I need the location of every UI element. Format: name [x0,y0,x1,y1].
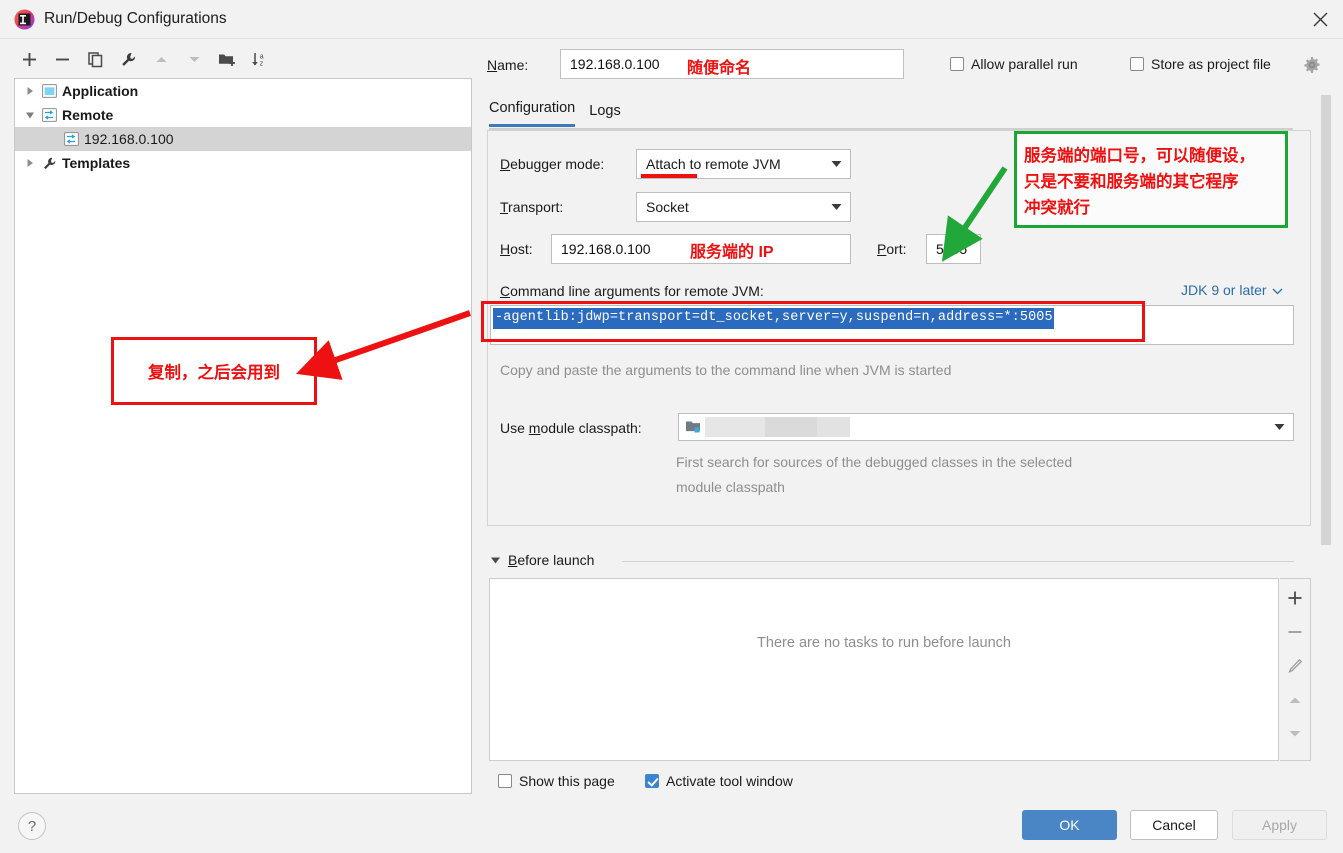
cancel-button[interactable]: Cancel [1130,810,1218,840]
tree-item-remote[interactable]: Remote [15,103,471,127]
chevron-down-icon[interactable] [490,553,501,568]
chevron-down-icon [822,160,850,168]
before-launch-side-toolbar [1280,578,1311,761]
before-launch-task-list[interactable] [489,578,1279,761]
remove-button[interactable] [47,45,77,73]
checkbox-box [645,774,659,788]
command-line-arguments-value[interactable]: -agentlib:jdwp=transport=dt_socket,serve… [493,308,1054,329]
chevron-down-icon [1272,282,1283,298]
store-as-project-file-label: Store as project file [1151,56,1271,72]
show-this-page-checkbox[interactable]: Show this page [498,773,615,789]
command-line-label: Command line arguments for remote JVM: [500,283,764,299]
wrench-icon [39,156,59,171]
transport-label: Transport: [500,199,564,215]
window-title: Run/Debug Configurations [44,10,227,27]
before-launch-divider [622,561,1294,562]
tab-bar: Configuration Logs [489,100,621,127]
before-launch-empty-text: There are no tasks to run before launch [757,635,1011,651]
jdk-version-label: JDK 9 or later [1181,282,1267,298]
tree-item-192-168-0-100[interactable]: 192.168.0.100 [15,127,471,151]
chevron-right-icon[interactable] [21,158,39,168]
add-task-button[interactable] [1283,587,1307,609]
application-icon [39,84,59,98]
folder-add-icon[interactable] [212,45,242,73]
module-classpath-redacted-value [765,417,817,437]
before-launch-title: Before launch [508,552,595,568]
port-input[interactable] [926,234,981,264]
move-down-button [179,45,209,73]
tree-item-label: Remote [62,107,114,123]
activate-tool-window-checkbox[interactable]: Activate tool window [645,773,793,789]
host-label: Host: [500,241,533,257]
task-move-down-button[interactable] [1283,723,1307,745]
help-button[interactable]: ? [18,812,46,840]
gear-icon[interactable] [1303,56,1321,74]
name-label: Name: [487,57,529,73]
port-label: Port: [877,241,907,257]
tree-item-application[interactable]: Application [15,79,471,103]
configurations-tree[interactable]: Application Remote 192.168.0.100 Templat… [14,78,472,794]
module-icon [685,419,703,435]
store-as-project-file-checkbox[interactable]: Store as project file [1130,56,1271,72]
name-input[interactable] [560,49,904,79]
move-up-button [146,45,176,73]
chevron-right-icon[interactable] [21,86,39,96]
transport-value: Socket [646,199,689,215]
module-classpath-redacted-value [705,417,765,437]
show-this-page-label: Show this page [519,773,615,789]
checkbox-box [498,774,512,788]
checkbox-box [1130,57,1144,71]
remote-icon [39,108,59,122]
wrench-icon[interactable] [113,45,143,73]
task-move-up-button[interactable] [1283,689,1307,711]
title-bar: Run/Debug Configurations [0,0,1343,39]
allow-parallel-run-label: Allow parallel run [971,56,1078,72]
module-classpath-label: Use module classpath: [500,420,642,436]
configurations-toolbar: a z [14,42,472,76]
tab-configuration[interactable]: Configuration [489,100,576,127]
activate-tool-window-label: Activate tool window [666,773,793,789]
tab-logs[interactable]: Logs [589,103,620,127]
pencil-icon[interactable] [1283,655,1307,677]
host-input[interactable] [551,234,851,264]
tree-item-label: Application [62,83,139,99]
module-classpath-hint-line1: First search for sources of the debugged… [676,454,1073,470]
remove-task-button[interactable] [1283,621,1307,643]
chevron-down-icon[interactable] [21,111,39,120]
debugger-mode-value: Attach to remote JVM [646,156,781,172]
remote-icon [61,132,81,146]
sort-az-icon[interactable]: a z [245,45,275,73]
jdk-version-selector[interactable]: JDK 9 or later [1181,282,1283,298]
ok-button[interactable]: OK [1022,810,1117,840]
close-icon[interactable] [1297,0,1343,38]
module-classpath-hint-line2: module classpath [676,479,785,495]
module-classpath-redacted-value [817,417,850,437]
svg-text:z: z [260,60,264,67]
vertical-scrollbar-thumb[interactable] [1321,95,1331,545]
intellij-idea-logo-icon [14,9,35,30]
before-launch-header[interactable]: Before launch [490,552,594,568]
svg-text:a: a [260,53,264,60]
tree-item-label: 192.168.0.100 [84,131,174,147]
debugger-mode-dropdown[interactable]: Attach to remote JVM [636,149,851,179]
run-debug-configurations-dialog: Run/Debug Configurations a z Application… [0,0,1343,853]
tree-item-templates[interactable]: Templates [15,151,471,175]
command-line-hint: Copy and paste the arguments to the comm… [500,362,952,378]
add-button[interactable] [14,45,44,73]
chevron-down-icon [1265,423,1293,431]
copy-button[interactable] [80,45,110,73]
checkbox-box [950,57,964,71]
allow-parallel-run-checkbox[interactable]: Allow parallel run [950,56,1078,72]
apply-button[interactable]: Apply [1232,810,1327,840]
debugger-mode-label: Debugger mode: [500,156,605,172]
module-classpath-dropdown[interactable] [678,413,1294,441]
transport-dropdown[interactable]: Socket [636,192,851,222]
tree-item-label: Templates [62,155,131,171]
chevron-down-icon [822,203,850,211]
